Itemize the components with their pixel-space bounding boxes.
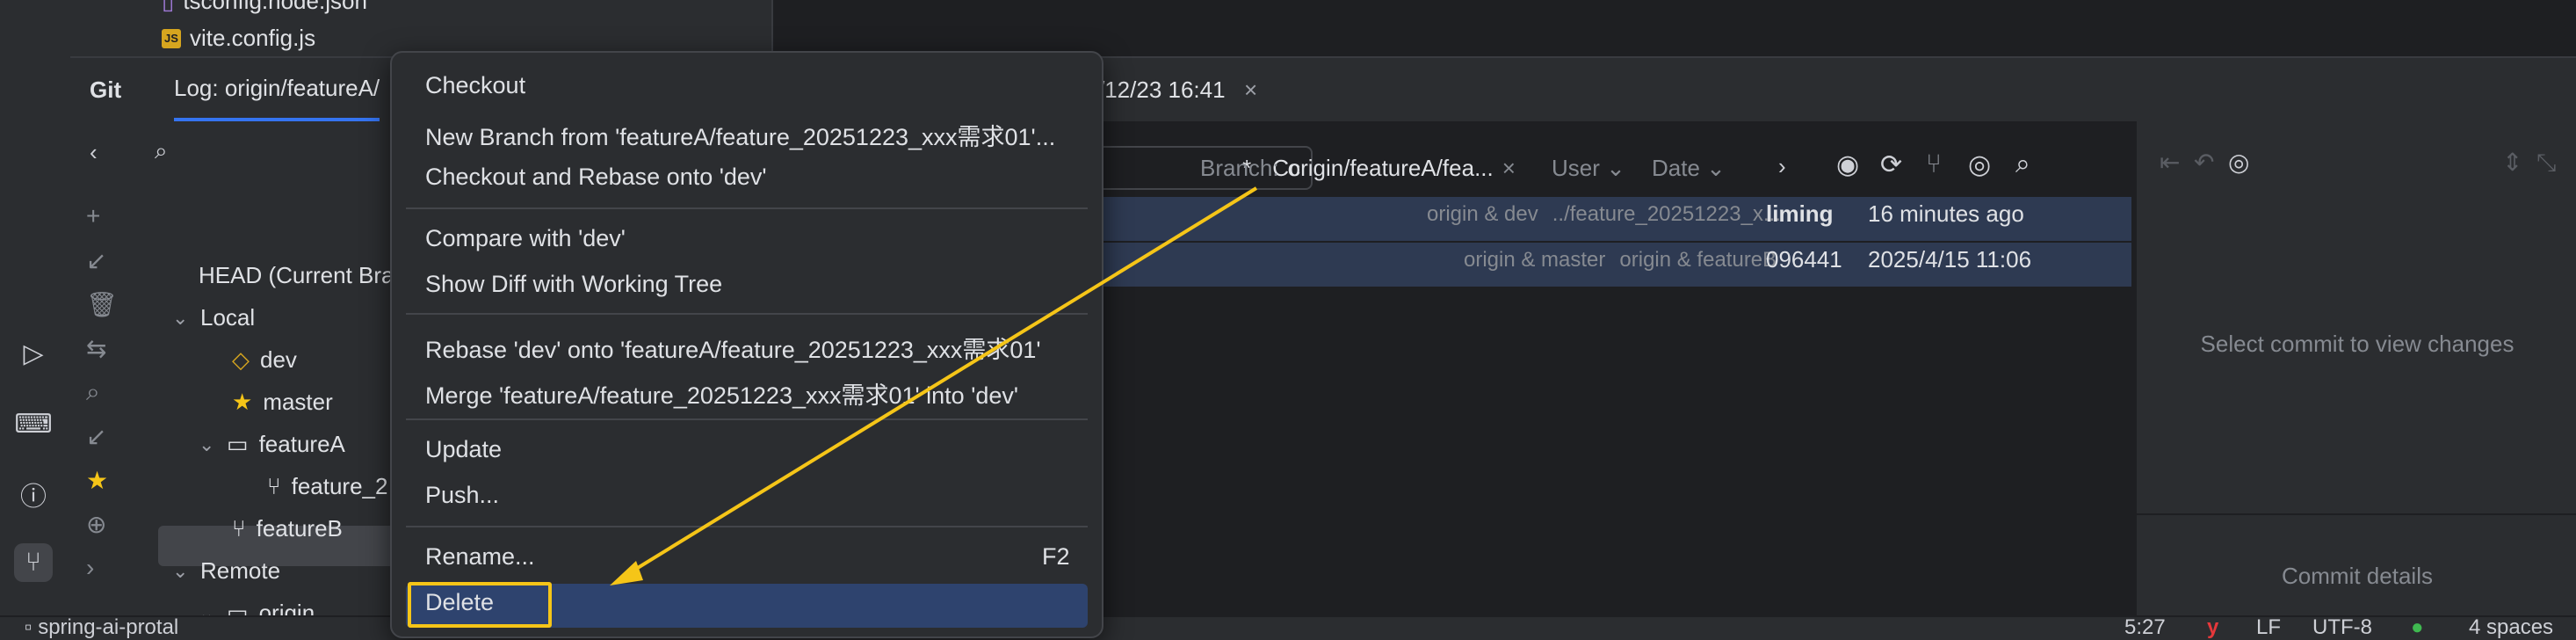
project-file-row[interactable]: JS vite.config.js	[162, 25, 315, 52]
chevron-down-icon: ⌄	[199, 433, 215, 455]
menu-item-new-branch[interactable]: New Branch from 'featureA/feature_202512…	[425, 118, 1055, 152]
branch-dev[interactable]: ◇ dev	[232, 346, 297, 374]
close-tab-icon[interactable]: ×	[1244, 58, 1257, 121]
problems-icon[interactable]: ⓘ	[14, 475, 53, 513]
search-log-icon[interactable]: ⌕	[2015, 149, 2030, 179]
commit-author: liming	[1766, 200, 1834, 227]
commit-refs: origin & dev ../feature_20251223_x...	[1427, 202, 1781, 226]
commit-details-label: Commit details	[2282, 563, 2433, 589]
menu-item-rename[interactable]: Rename...	[425, 543, 535, 571]
git-icon[interactable]: ⑂	[14, 543, 53, 582]
caret-position[interactable]: 5:27	[2124, 615, 2166, 640]
user-filter[interactable]: User ⌄	[1552, 155, 1625, 182]
project-tree-strip: ▯ tsconfig.node.json JS vite.config.js	[70, 0, 2576, 56]
toolbar-disabled-icons: ⇤ ↶ ◎	[2160, 149, 2250, 176]
tool-window-rail: ▷ ⌨ ⓘ ⑂	[0, 0, 72, 615]
expand-collapse-icons[interactable]: ⇕ ⤡	[2502, 148, 2556, 178]
select-commit-hint: Select commit to view changes	[2200, 331, 2514, 357]
tree-remote[interactable]: ⌄ Remote	[172, 557, 280, 585]
chevron-down-icon: ⌄	[172, 306, 189, 329]
project-widget[interactable]: ▫ spring-ai-protal	[25, 615, 178, 640]
plugin-icon[interactable]: y	[2207, 615, 2218, 640]
pane-divider	[2137, 513, 2576, 515]
menu-item-rebase[interactable]: Rebase 'dev' onto 'featureA/feature_2025…	[425, 331, 1041, 365]
menu-separator	[406, 526, 1088, 527]
menu-separator	[406, 313, 1088, 315]
terminal-icon[interactable]: ⌨	[14, 404, 53, 443]
commit-author: 096441	[1766, 246, 1842, 273]
cherry-pick-icon[interactable]: ◉	[1836, 149, 1859, 180]
tab-log-title-suffix: /12/23 16:41	[1098, 76, 1226, 103]
menu-item-checkout-rebase[interactable]: Checkout and Rebase onto 'dev'	[425, 164, 767, 191]
expand-icon[interactable]: ›	[86, 554, 94, 582]
favorite-icon[interactable]: ★	[86, 466, 108, 495]
folder-icon: ▭	[227, 431, 249, 457]
eye-icon[interactable]: ◎	[1968, 149, 1991, 180]
search-icon[interactable]: ⌕	[155, 137, 168, 165]
branch-icon: ⑂	[232, 515, 246, 542]
menu-separator	[406, 207, 1088, 209]
folder-featureA[interactable]: ⌄ ▭ featureA	[199, 431, 345, 458]
tag-icon: ◇	[232, 346, 250, 373]
tree-head[interactable]: HEAD (Current Bra	[199, 262, 394, 289]
menu-item-compare[interactable]: Compare with 'dev'	[425, 225, 626, 252]
branches-toolbar: + ↙ 🗑 ⇆ ⌕ ↙ ★ ⊕ ›	[70, 121, 125, 617]
status-bar: ▫ spring-ai-protal 5:27 y LF UTF-8 ● 4 s…	[0, 615, 2576, 640]
file-encoding[interactable]: UTF-8	[2312, 615, 2372, 640]
run-icon[interactable]: ▷	[14, 334, 53, 373]
star-icon: ★	[232, 389, 253, 415]
line-separator[interactable]: LF	[2256, 615, 2281, 640]
fetch-icon[interactable]: ↙	[86, 422, 106, 451]
add-icon[interactable]: +	[86, 202, 100, 230]
menu-separator	[406, 418, 1088, 420]
branch-icon: ⑂	[267, 473, 281, 499]
commit-refs: origin & master origin & featureB	[1464, 248, 1777, 272]
compare-icon[interactable]: ⇆	[86, 334, 106, 363]
chevron-down-icon: ⌄	[172, 559, 189, 582]
menu-item-push[interactable]: Push...	[425, 482, 499, 509]
branch-filter[interactable]: Branch: origin/featureA/fea... ×	[1200, 155, 1516, 182]
locate-icon[interactable]: ⊕	[86, 510, 106, 539]
commit-date: 16 minutes ago	[1868, 200, 2024, 227]
date-filter[interactable]: Date ⌄	[1652, 155, 1726, 182]
branch-feature-selected[interactable]: ⑂ feature_2	[267, 473, 387, 500]
tree-local[interactable]: ⌄ Local	[172, 304, 255, 331]
git-window-title: Git	[90, 76, 122, 103]
find-icon[interactable]: ⌕	[86, 378, 100, 407]
commit-changes-pane: ⇤ ↶ ◎ ⇕ ⤡ Select commit to view changes …	[2135, 121, 2576, 617]
menu-item-merge[interactable]: Merge 'featureA/feature_20251223_xxx需求01…	[425, 376, 1018, 411]
js-file-icon: JS	[162, 28, 181, 48]
delete-icon[interactable]: 🗑	[86, 290, 118, 319]
menu-item-checkout[interactable]: Checkout	[425, 72, 525, 99]
annotation-highlight-box	[408, 582, 552, 628]
status-icon[interactable]: ●	[2411, 615, 2424, 640]
project-tree-scroll-area	[568, 0, 773, 56]
menu-item-show-diff[interactable]: Show Diff with Working Tree	[425, 271, 722, 298]
rename-shortcut: F2	[1042, 543, 1070, 570]
branch-featureB[interactable]: ⑂ featureB	[232, 515, 343, 542]
clear-filter-icon[interactable]: ×	[1502, 155, 1516, 182]
branch-context-menu: Checkout New Branch from 'featureA/featu…	[390, 51, 1103, 638]
refresh-icon[interactable]: ⟳	[1880, 149, 1902, 180]
branch-master[interactable]: ★ master	[232, 389, 333, 416]
update-icon[interactable]: ↙	[86, 246, 106, 275]
more-icon[interactable]: ›	[1778, 153, 1786, 180]
tab-log[interactable]: Log: origin/featureA/	[174, 58, 380, 121]
menu-item-update[interactable]: Update	[425, 436, 502, 463]
commit-date: 2025/4/15 11:06	[1868, 246, 2032, 273]
project-tree: ▯ tsconfig.node.json JS vite.config.js	[70, 0, 569, 56]
graph-icon[interactable]: ⑂	[1926, 149, 1942, 179]
file-icon: ▯	[162, 0, 175, 14]
project-file-row[interactable]: ▯ tsconfig.node.json	[162, 0, 367, 15]
indent-setting[interactable]: 4 spaces	[2469, 615, 2553, 640]
